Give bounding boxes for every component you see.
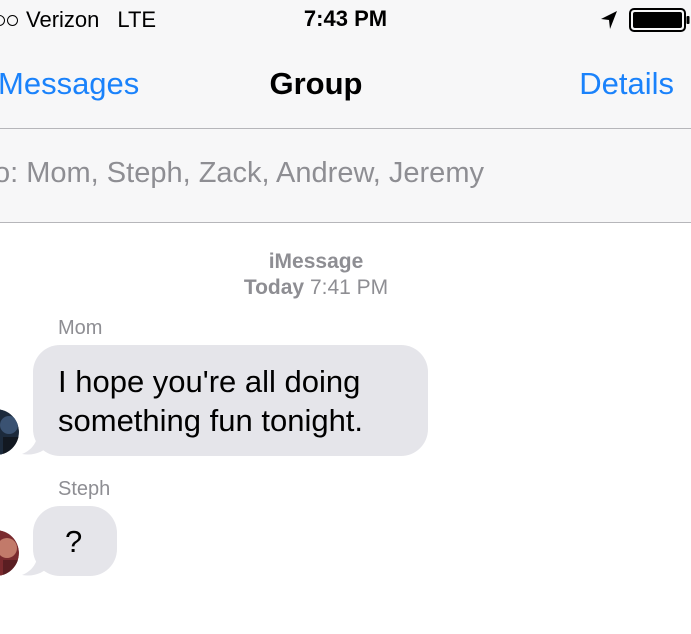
details-button[interactable]: Details	[579, 66, 674, 102]
timestamp-day: Today	[243, 276, 305, 299]
status-time: 7:43 PM	[303, 6, 388, 31]
message-text: ?	[65, 524, 83, 559]
header-area: Verizon LTE 7:43 PM Messages Group Detai…	[0, 0, 691, 222]
recipients-list: o: Mom, Steph, Zack, Andrew, Jeremy	[0, 157, 484, 189]
message-line: I hope you're all doing	[58, 364, 361, 399]
message-line: something fun tonight.	[58, 403, 364, 438]
location-arrow-icon	[601, 11, 617, 29]
conversation-title: Group	[269, 66, 363, 101]
message-bubble[interactable]: ?	[33, 506, 117, 576]
sender-name-mom: Mom	[58, 317, 103, 339]
battery-icon	[629, 8, 690, 32]
avatar-steph[interactable]	[0, 530, 19, 576]
recipients-divider	[0, 222, 691, 223]
timestamp-time: 7:41 PM	[309, 276, 389, 299]
status-indicators	[599, 8, 691, 32]
sender-name-steph: Steph	[58, 478, 111, 500]
avatar-mom[interactable]	[0, 409, 19, 455]
status-bar: Verizon LTE 7:43 PM	[0, 0, 691, 40]
message-bubble[interactable]: I hope you're all doing something fun to…	[33, 345, 428, 456]
service-label: iMessage	[268, 250, 364, 273]
navigation-bar: Messages Group Details	[0, 40, 691, 128]
recipients-bar[interactable]: o: Mom, Steph, Zack, Andrew, Jeremy	[0, 129, 691, 222]
messages-screen: Verizon LTE 7:43 PM Messages Group Detai…	[0, 0, 691, 634]
conversation-timestamp: Today 7:41 PM	[0, 276, 632, 300]
